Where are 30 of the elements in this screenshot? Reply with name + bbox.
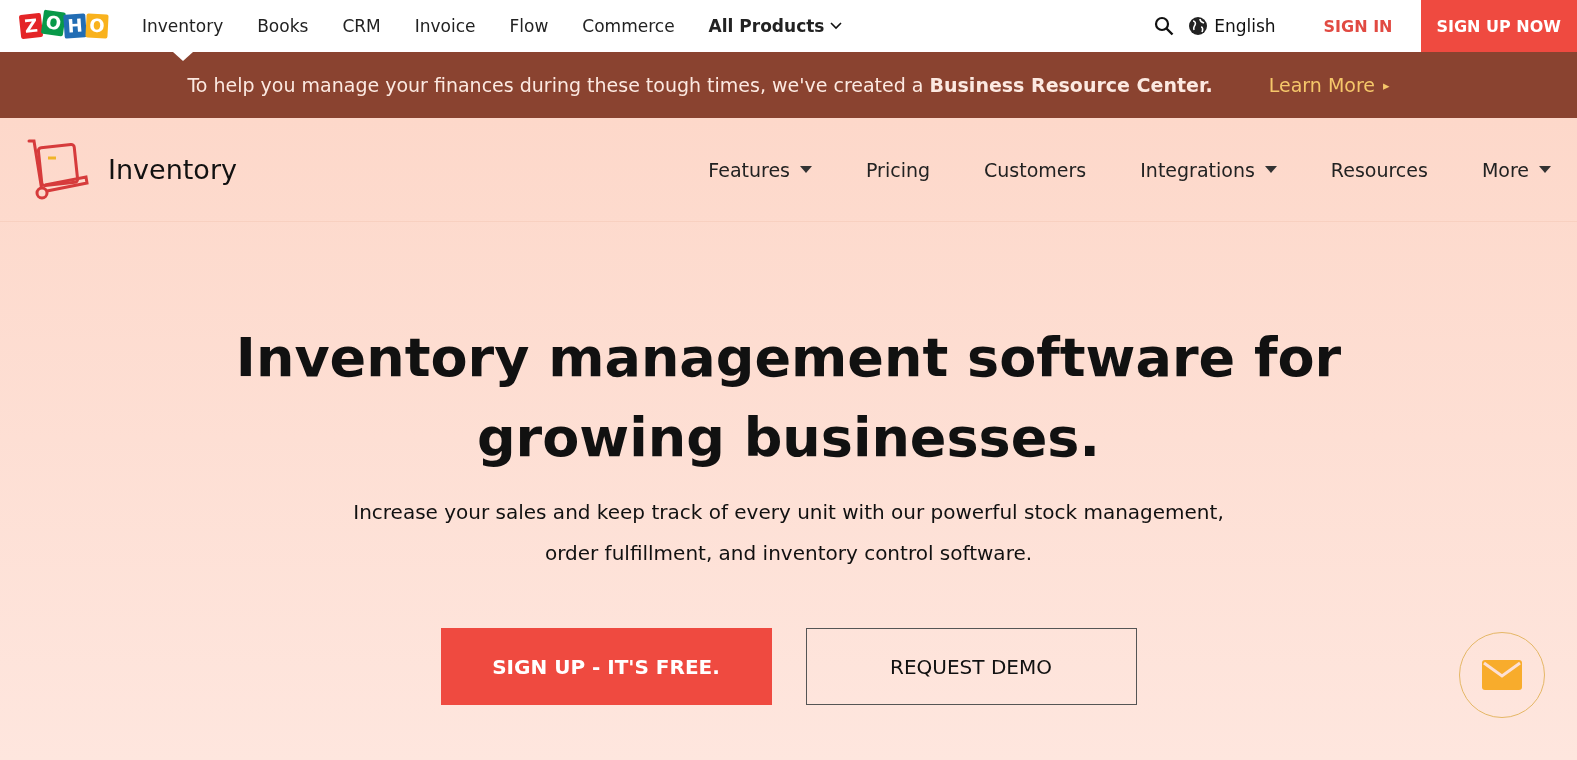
all-products-menu[interactable]: All Products xyxy=(708,0,843,52)
hand-truck-icon[interactable] xyxy=(26,137,90,202)
nav-menu-item[interactable]: Resources xyxy=(1330,158,1428,181)
product-link[interactable]: Invoice xyxy=(414,0,476,52)
nav-menu-item[interactable]: Integrations xyxy=(1140,158,1277,181)
product-link[interactable]: CRM xyxy=(342,0,381,52)
language-selector[interactable]: English xyxy=(1214,16,1276,36)
nav-menu-item[interactable]: Customers xyxy=(984,158,1087,181)
search-icon[interactable] xyxy=(1154,16,1175,36)
request-demo-button[interactable]: REQUEST DEMO xyxy=(805,628,1137,705)
product-link[interactable]: Books xyxy=(257,0,309,52)
hero-subtitle: Increase your sales and keep track of every unit with our powerful stock management, order fulfillment, and inventory control software. xyxy=(352,499,1225,567)
arrow-icon: ▸ xyxy=(1383,77,1390,93)
banner-message: To help you manage your finances during these tough times, we've created a Business Resource Center. xyxy=(187,74,1213,96)
sign-up-free-button[interactable]: SIGN UP - IT'S FREE. xyxy=(440,628,772,705)
product-link[interactable]: Inventory xyxy=(142,0,224,52)
product-link[interactable]: Flow xyxy=(509,0,549,52)
learn-more-link[interactable]: Learn More xyxy=(1268,74,1375,96)
globe-icon[interactable] xyxy=(1188,16,1209,36)
hero-title: Inventory management software for growing businesses. xyxy=(234,325,1343,471)
product-name[interactable]: Inventory xyxy=(108,154,237,185)
sign-up-now-button[interactable]: SIGN UP NOW xyxy=(1420,0,1577,52)
nav-menu-item[interactable]: Pricing xyxy=(866,158,931,181)
sign-in-link[interactable]: SIGN IN xyxy=(1323,16,1393,36)
nav-menu-item[interactable]: Features xyxy=(708,158,812,181)
product-link[interactable]: Commerce xyxy=(582,0,675,52)
zoho-logo[interactable]: Z O H O xyxy=(16,8,112,44)
envelope-icon xyxy=(1482,660,1522,690)
caret-icon xyxy=(830,22,843,30)
nav-menu-item[interactable]: More xyxy=(1481,158,1551,181)
